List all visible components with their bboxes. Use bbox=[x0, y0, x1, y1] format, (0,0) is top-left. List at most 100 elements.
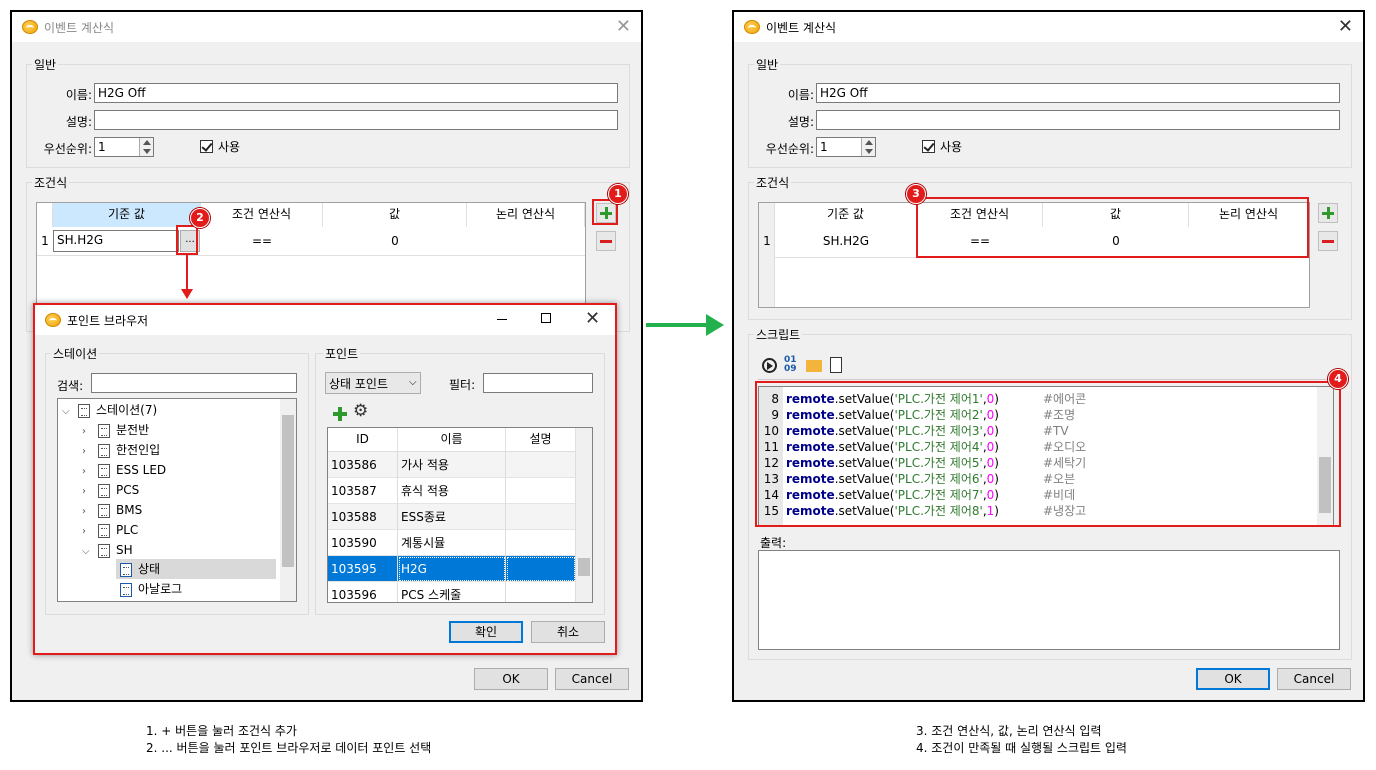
tree-item-pcs[interactable]: › PCS bbox=[82, 480, 139, 500]
close-icon[interactable]: ✕ bbox=[616, 18, 631, 36]
badge-4: 4 bbox=[1328, 369, 1348, 389]
grid-header-op[interactable]: 조건 연산식 bbox=[201, 203, 323, 227]
script-editor-highlight bbox=[755, 381, 1341, 527]
add-point-icon[interactable] bbox=[333, 407, 347, 421]
point-group-label: 포인트 bbox=[323, 345, 361, 362]
right-condition-group-label: 조건식 bbox=[754, 174, 792, 191]
gear-icon[interactable]: ⚙ bbox=[353, 401, 368, 421]
point-table-scrollbar[interactable] bbox=[576, 428, 592, 602]
grid-cell-value[interactable]: 0 bbox=[323, 234, 467, 248]
point-row-desc bbox=[506, 504, 576, 530]
right-remove-condition-button[interactable] bbox=[1318, 231, 1338, 251]
collapse-arrow-icon[interactable]: ⌵ bbox=[82, 542, 92, 562]
point-row-id: 103595 bbox=[328, 556, 398, 582]
right-titlebar: 이벤트 계산식 ✕ bbox=[734, 12, 1363, 42]
point-row[interactable]: 103595 H2G bbox=[328, 556, 576, 582]
station-group-label: 스테이션 bbox=[51, 345, 100, 362]
run-icon[interactable] bbox=[762, 358, 777, 373]
expand-arrow-icon[interactable]: › bbox=[82, 462, 92, 482]
point-row[interactable]: 103587 휴식 적용 bbox=[328, 478, 576, 504]
point-row[interactable]: 103586 가사 적용 bbox=[328, 452, 576, 478]
folder-open-icon[interactable] bbox=[806, 360, 822, 372]
point-row-id: 103586 bbox=[328, 452, 398, 478]
grid-header-value[interactable]: 값 bbox=[323, 203, 467, 227]
maximize-icon[interactable] bbox=[541, 313, 551, 323]
tree-root[interactable]: ⌵ 스테이션(7) bbox=[62, 400, 157, 420]
grid-header-logic[interactable]: 논리 연산식 bbox=[467, 203, 585, 227]
script-group-label: 스크립트 bbox=[754, 326, 803, 343]
point-col-desc[interactable]: 설명 bbox=[506, 428, 576, 452]
priority-stepper[interactable]: 1 bbox=[94, 137, 154, 157]
point-row-name: 가사 적용 bbox=[398, 452, 506, 478]
right-grid-cell-base[interactable]: SH.H2G bbox=[775, 234, 917, 248]
point-row[interactable]: 103590 계통시뮬 bbox=[328, 530, 576, 556]
use-checkbox[interactable] bbox=[200, 140, 213, 153]
remove-condition-button[interactable] bbox=[596, 231, 616, 251]
left-cancel-button[interactable]: Cancel bbox=[555, 668, 629, 690]
expand-arrow-icon[interactable]: › bbox=[82, 442, 92, 462]
analog-file-icon bbox=[120, 582, 132, 597]
point-browser-title: 포인트 브라우저 bbox=[67, 314, 149, 328]
file-icon bbox=[98, 423, 110, 438]
minimize-icon[interactable] bbox=[497, 319, 507, 320]
tree-item-bms[interactable]: › BMS bbox=[82, 500, 142, 520]
tree-item-status[interactable]: 상태 bbox=[120, 559, 160, 579]
point-row-name: ESS종료 bbox=[398, 504, 506, 530]
desc-input[interactable] bbox=[94, 110, 618, 130]
tree-item-analog[interactable]: 아날로그 bbox=[120, 579, 182, 599]
priority-label: 우선순위: bbox=[43, 142, 92, 156]
general-group-label: 일반 bbox=[32, 56, 59, 73]
expand-arrow-icon[interactable]: › bbox=[82, 522, 92, 542]
point-row[interactable]: 103588 ESS종료 bbox=[328, 504, 576, 530]
tree-item-sh[interactable]: ⌵ SH bbox=[82, 540, 133, 560]
left-ok-button[interactable]: OK bbox=[474, 668, 548, 690]
expand-arrow-icon[interactable]: › bbox=[82, 502, 92, 522]
point-row-desc bbox=[506, 478, 576, 504]
right-priority-stepper[interactable]: 1 bbox=[816, 137, 876, 157]
tree-item-분전반[interactable]: › 분전반 bbox=[82, 420, 149, 440]
right-desc-input[interactable] bbox=[816, 110, 1340, 130]
chevron-down-icon: ⌵ bbox=[409, 377, 417, 388]
point-row-desc bbox=[506, 582, 576, 602]
caption-right-2: 4. 조건이 만족될 때 실행될 스크립트 입력 bbox=[916, 741, 1127, 755]
confirm-button[interactable]: 확인 bbox=[449, 621, 523, 643]
grid-row-num: 1 bbox=[41, 234, 49, 248]
tree-scrollbar[interactable] bbox=[280, 399, 296, 601]
point-col-id[interactable]: ID bbox=[328, 428, 398, 452]
point-cancel-button[interactable]: 취소 bbox=[531, 621, 605, 643]
grid-cell-op[interactable]: == bbox=[201, 234, 323, 248]
point-browser-titlebar: 포인트 브라우저 ✕ bbox=[35, 305, 615, 335]
binary-search-icon[interactable]: 01 09 bbox=[784, 356, 797, 374]
filter-input[interactable] bbox=[483, 373, 593, 393]
grid-header-base[interactable]: 기준 값 bbox=[53, 203, 201, 227]
right-name-label: 이름: bbox=[787, 88, 814, 102]
right-add-condition-button[interactable] bbox=[1318, 203, 1338, 223]
right-app-logo-icon bbox=[744, 20, 760, 34]
tree-item-한전인입[interactable]: › 한전인입 bbox=[82, 440, 160, 460]
expand-arrow-icon[interactable]: › bbox=[82, 422, 92, 442]
expand-arrow-icon[interactable]: › bbox=[82, 482, 92, 502]
point-col-name[interactable]: 이름 bbox=[398, 428, 506, 452]
station-search-input[interactable] bbox=[91, 373, 297, 393]
point-type-select[interactable]: 상태 포인트 bbox=[325, 372, 421, 394]
find-file-icon[interactable] bbox=[830, 357, 842, 373]
point-browser-close-icon[interactable]: ✕ bbox=[585, 310, 600, 328]
left-dialog-title: 이벤트 계산식 bbox=[44, 21, 115, 35]
script-toolbar: 01 09 bbox=[758, 354, 1334, 380]
file-icon bbox=[98, 463, 110, 478]
right-close-icon[interactable]: ✕ bbox=[1338, 18, 1353, 36]
tree-item-ess-led[interactable]: › ESS LED bbox=[82, 460, 166, 480]
right-cancel-button[interactable]: Cancel bbox=[1277, 668, 1351, 690]
right-name-input[interactable]: H2G Off bbox=[816, 83, 1340, 103]
name-input[interactable]: H2G Off bbox=[94, 83, 618, 103]
collapse-arrow-icon[interactable]: ⌵ bbox=[62, 402, 72, 422]
right-ok-button[interactable]: OK bbox=[1196, 668, 1270, 690]
right-use-checkbox[interactable] bbox=[922, 140, 935, 153]
red-arrow-head-icon bbox=[181, 289, 193, 299]
right-grid-header-base[interactable]: 기준 값 bbox=[775, 203, 917, 227]
tree-item-plc[interactable]: › PLC bbox=[82, 520, 138, 540]
point-row[interactable]: 103596 PCS 스케줄 bbox=[328, 582, 576, 602]
caption-left-2: 2. ... 버튼을 눌러 포인트 브라우저로 데이터 포인트 선택 bbox=[146, 741, 432, 755]
base-value-input[interactable]: SH.H2G bbox=[53, 230, 179, 252]
condition-group-label: 조건식 bbox=[32, 174, 70, 191]
